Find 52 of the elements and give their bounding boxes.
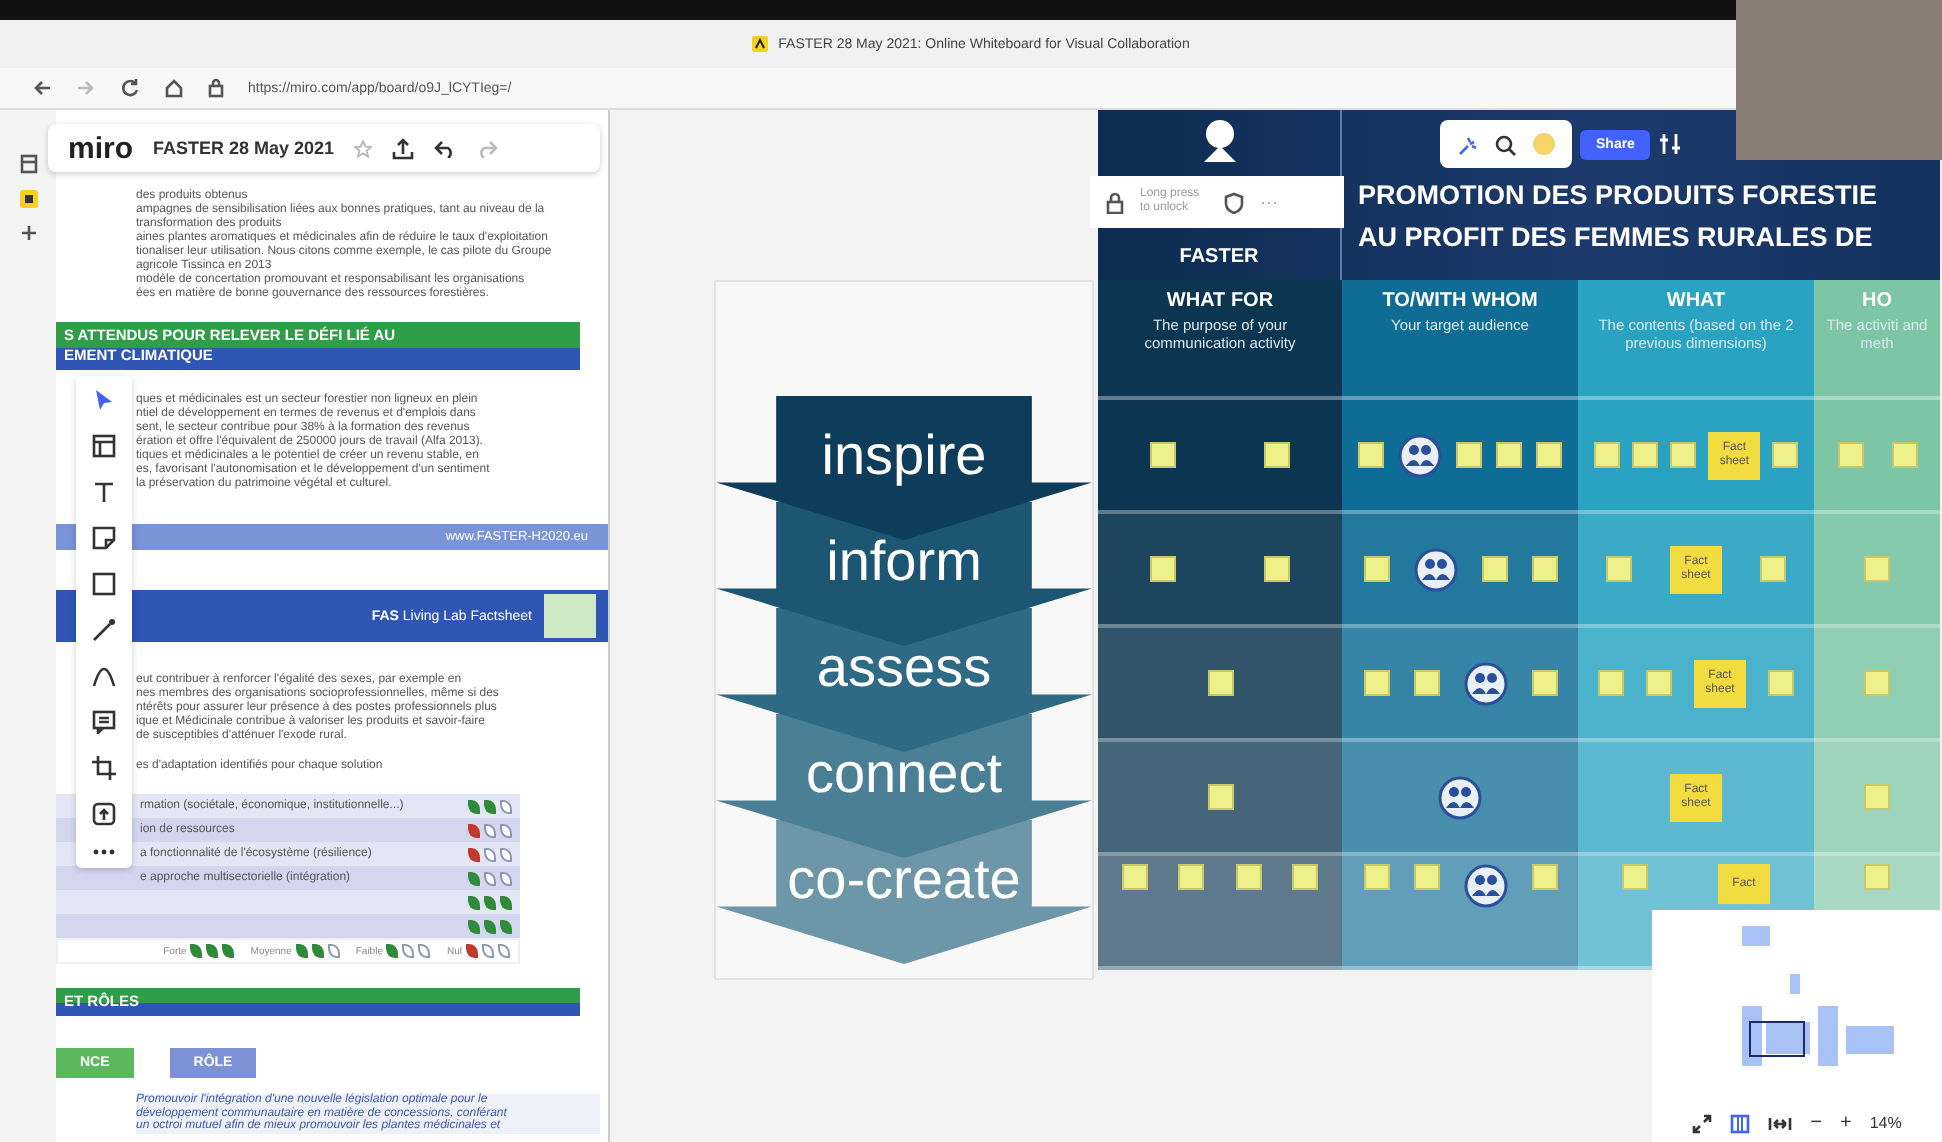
- cursor-icon[interactable]: [94, 388, 114, 412]
- people-circle-icon[interactable]: [1463, 661, 1507, 705]
- shield-icon[interactable]: [1224, 191, 1244, 213]
- reload-icon[interactable]: [120, 78, 140, 98]
- more-button[interactable]: ···: [1260, 192, 1278, 212]
- people-circle-icon[interactable]: [1413, 547, 1457, 591]
- people-circle-icon[interactable]: [1463, 864, 1507, 908]
- zoom-level: 14%: [1869, 1114, 1902, 1132]
- text-tool-icon[interactable]: [92, 480, 116, 504]
- home-icon[interactable]: [164, 78, 184, 98]
- column-title: WHAT: [1664, 290, 1728, 312]
- plus-icon[interactable]: [19, 224, 37, 242]
- expand-icon[interactable]: [1692, 1113, 1713, 1133]
- star-icon[interactable]: [354, 139, 373, 157]
- column-title: TO/WITH WHOM: [1380, 290, 1540, 312]
- sticky-note[interactable]: [1263, 556, 1290, 582]
- undo-icon[interactable]: [434, 139, 457, 157]
- settings-icon[interactable]: [1658, 132, 1683, 156]
- empty-leaf-icon: [327, 944, 340, 958]
- column-title: HO: [1860, 290, 1894, 312]
- board-title: PROMOTION DES PRODUITS FORESTIE AU PROFIT DES FEMMES RURALES DE: [1356, 178, 1878, 256]
- more-icon[interactable]: [92, 848, 116, 856]
- rectangle-icon[interactable]: [92, 572, 116, 596]
- document-icon[interactable]: [19, 154, 37, 174]
- sticky-note[interactable]: [1207, 670, 1233, 696]
- sticky-note[interactable]: [1263, 442, 1290, 468]
- upload-icon[interactable]: [92, 802, 116, 826]
- lock-icon[interactable]: [1106, 191, 1124, 213]
- sticky-note[interactable]: [1150, 442, 1177, 468]
- zoom-icon[interactable]: [1494, 133, 1516, 155]
- frame-icon[interactable]: [92, 434, 116, 458]
- people-circle-icon[interactable]: [1438, 775, 1482, 819]
- lock-icon: [208, 78, 224, 98]
- zoom-out-button[interactable]: −: [1810, 1112, 1822, 1134]
- comment-icon[interactable]: [92, 710, 116, 734]
- share-upload-icon[interactable]: [392, 137, 415, 159]
- board-name[interactable]: FASTER 28 May 2021: [153, 138, 335, 158]
- pen-icon[interactable]: [92, 618, 116, 642]
- map-image-placeholder: [544, 594, 596, 638]
- sticky-note-icon[interactable]: [92, 526, 116, 550]
- reaction-icon[interactable]: [1456, 133, 1478, 155]
- connector-icon[interactable]: [92, 664, 116, 688]
- crop-icon[interactable]: [92, 756, 116, 780]
- app-logo: miro: [68, 131, 134, 165]
- sticky-note[interactable]: [1207, 784, 1233, 810]
- fit-icon[interactable]: [1768, 1115, 1793, 1131]
- sticky-note[interactable]: [1150, 556, 1177, 582]
- column-title: WHAT FOR: [1164, 290, 1276, 312]
- people-circle-icon[interactable]: [1398, 433, 1442, 477]
- back-icon[interactable]: [32, 78, 52, 98]
- zoom-in-button[interactable]: +: [1839, 1112, 1852, 1134]
- logo-text: FASTER: [1179, 246, 1259, 268]
